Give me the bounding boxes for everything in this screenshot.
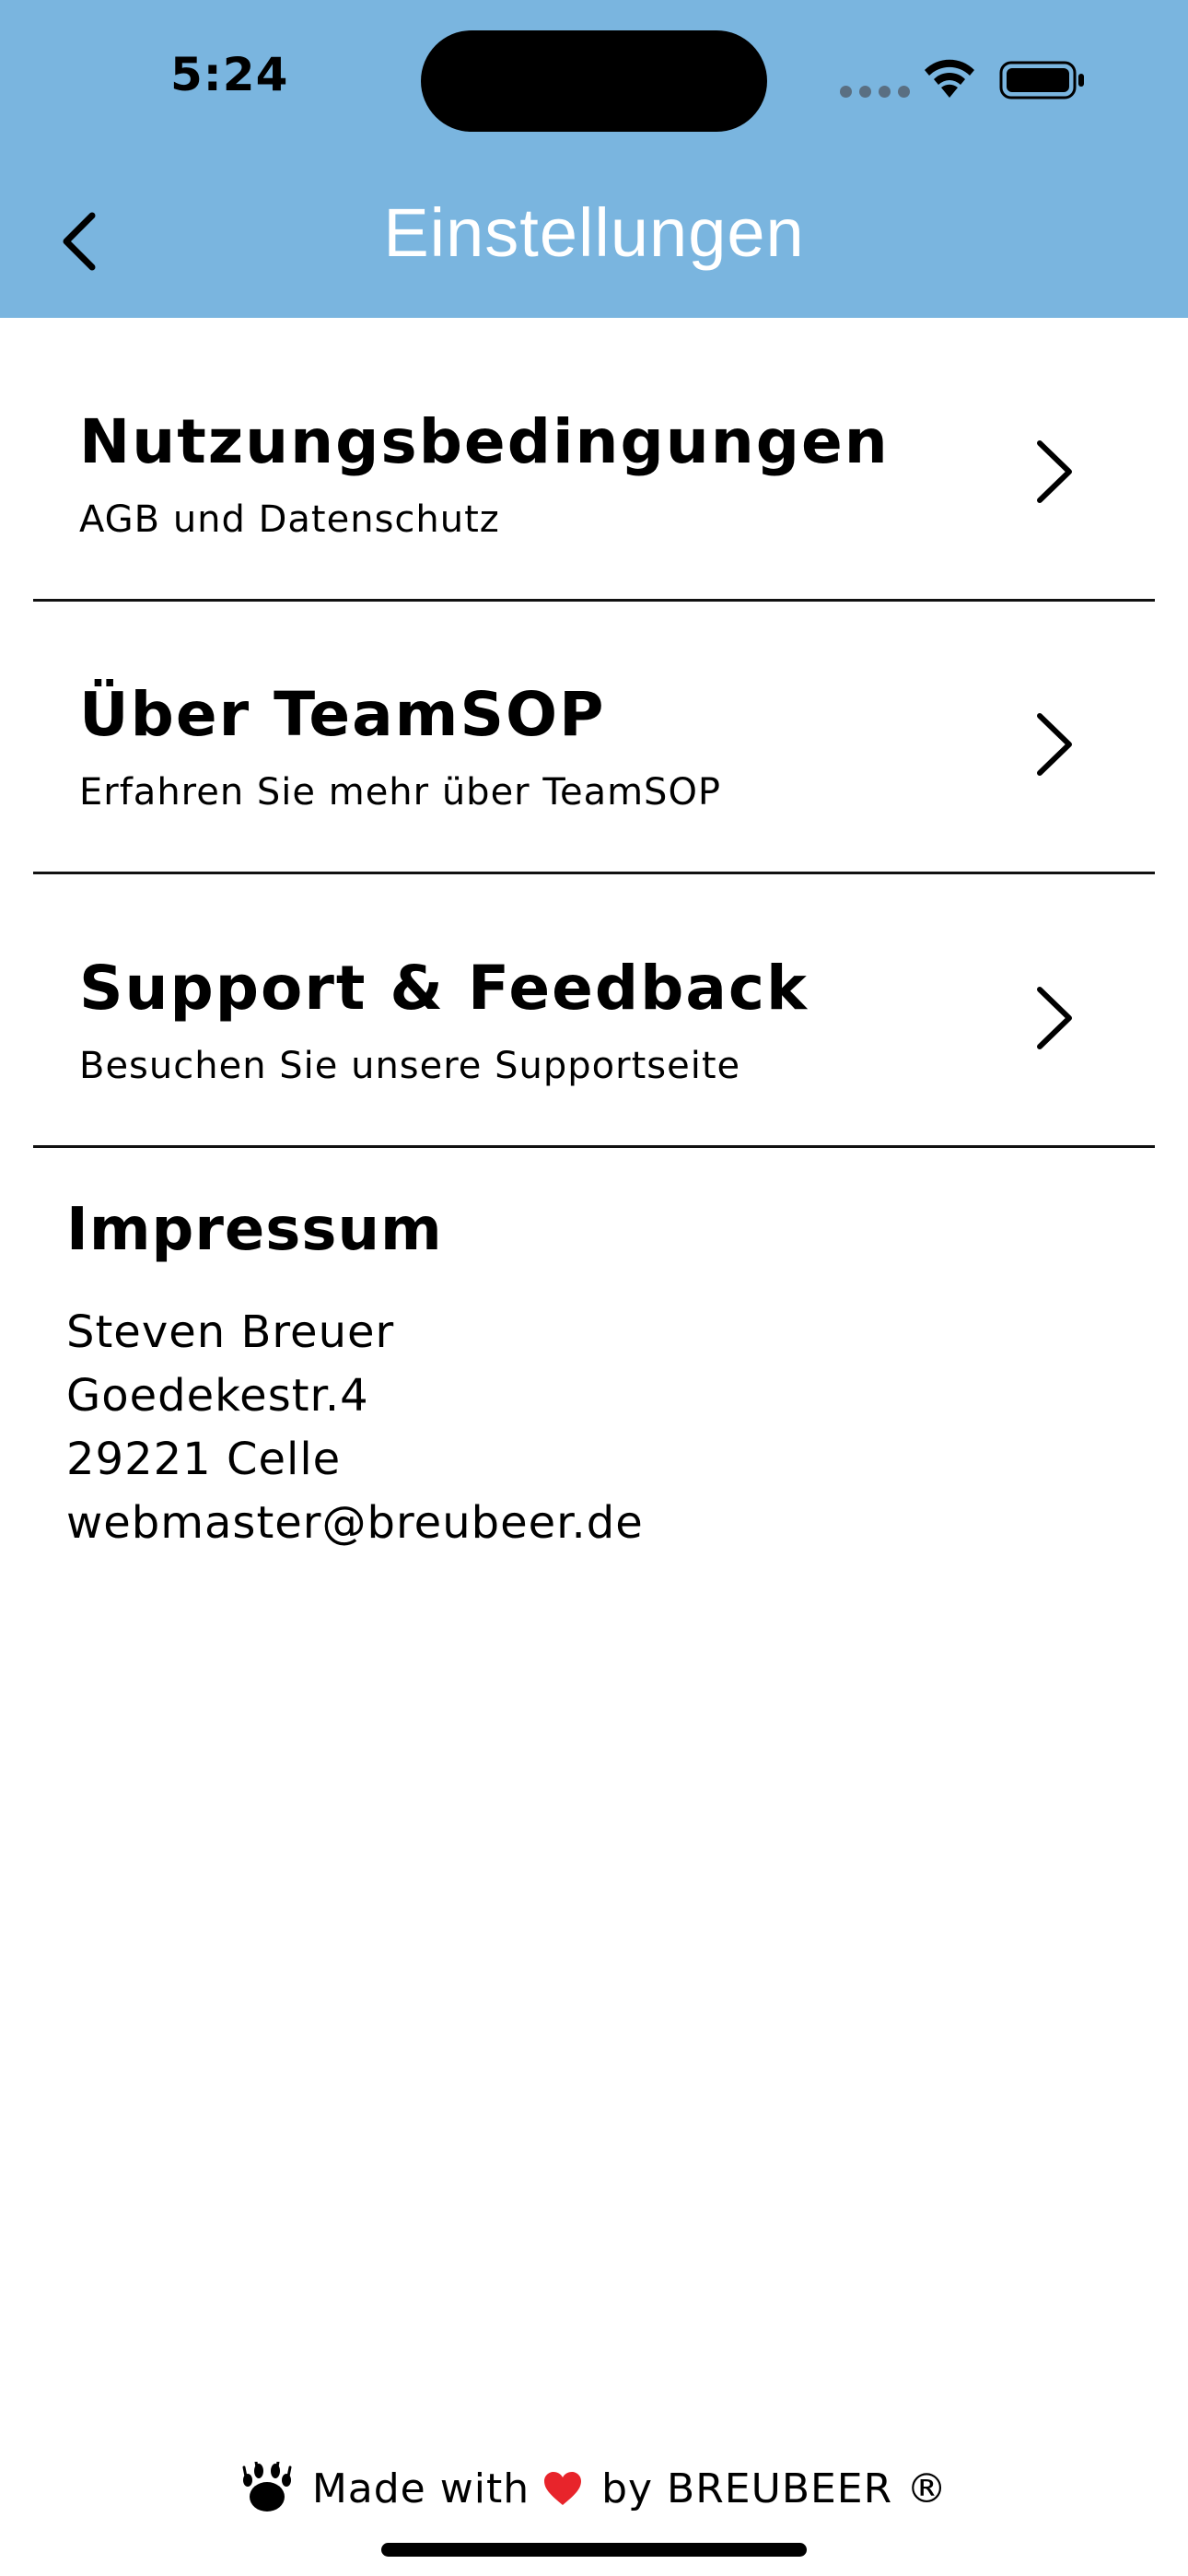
imprint-city: 29221 Celle — [66, 1434, 342, 1485]
chevron-right-icon — [1037, 713, 1072, 776]
imprint-email[interactable]: webmaster@breubeer.de — [66, 1497, 644, 1549]
paw-logo-icon — [242, 2462, 292, 2512]
chevron-right-icon — [1037, 987, 1072, 1049]
dynamic-island — [421, 30, 767, 132]
menu-item-subtitle: AGB und Datenschutz — [79, 498, 500, 541]
imprint-name: Steven Breuer — [66, 1306, 395, 1358]
imprint-street: Goedekestr.4 — [66, 1370, 369, 1422]
status-time: 5:24 — [170, 48, 289, 101]
footer-credit: Made with by BREUBEER ® — [0, 2462, 1188, 2515]
footer-by-brand: by BREUBEER ® — [601, 2465, 949, 2512]
menu-item-title: Nutzungsbedingungen — [79, 406, 890, 477]
chevron-right-icon — [1037, 440, 1072, 503]
heart-icon — [544, 2472, 582, 2505]
menu-item-about[interactable]: Über TeamSOP Erfahren Sie mehr über Team… — [33, 602, 1155, 874]
menu-item-terms[interactable]: Nutzungsbedingungen AGB und Datenschutz — [33, 329, 1155, 602]
imprint-heading: Impressum — [66, 1196, 443, 1264]
menu-item-subtitle: Erfahren Sie mehr über TeamSOP — [79, 771, 722, 814]
menu-item-title: Support & Feedback — [79, 953, 809, 1024]
nav-header: 5:24 Einstellungen — [0, 0, 1188, 318]
cellular-signal-icon — [840, 86, 910, 98]
menu-item-title: Über TeamSOP — [79, 679, 606, 750]
menu-item-support[interactable]: Support & Feedback Besuchen Sie unsere S… — [33, 875, 1155, 1148]
wifi-icon — [925, 59, 974, 98]
menu-item-subtitle: Besuchen Sie unsere Supportseite — [79, 1045, 741, 1087]
footer-made-with: Made with — [311, 2465, 530, 2512]
page-title: Einstellungen — [383, 194, 805, 271]
battery-icon — [999, 61, 1084, 100]
home-indicator — [381, 2543, 807, 2557]
